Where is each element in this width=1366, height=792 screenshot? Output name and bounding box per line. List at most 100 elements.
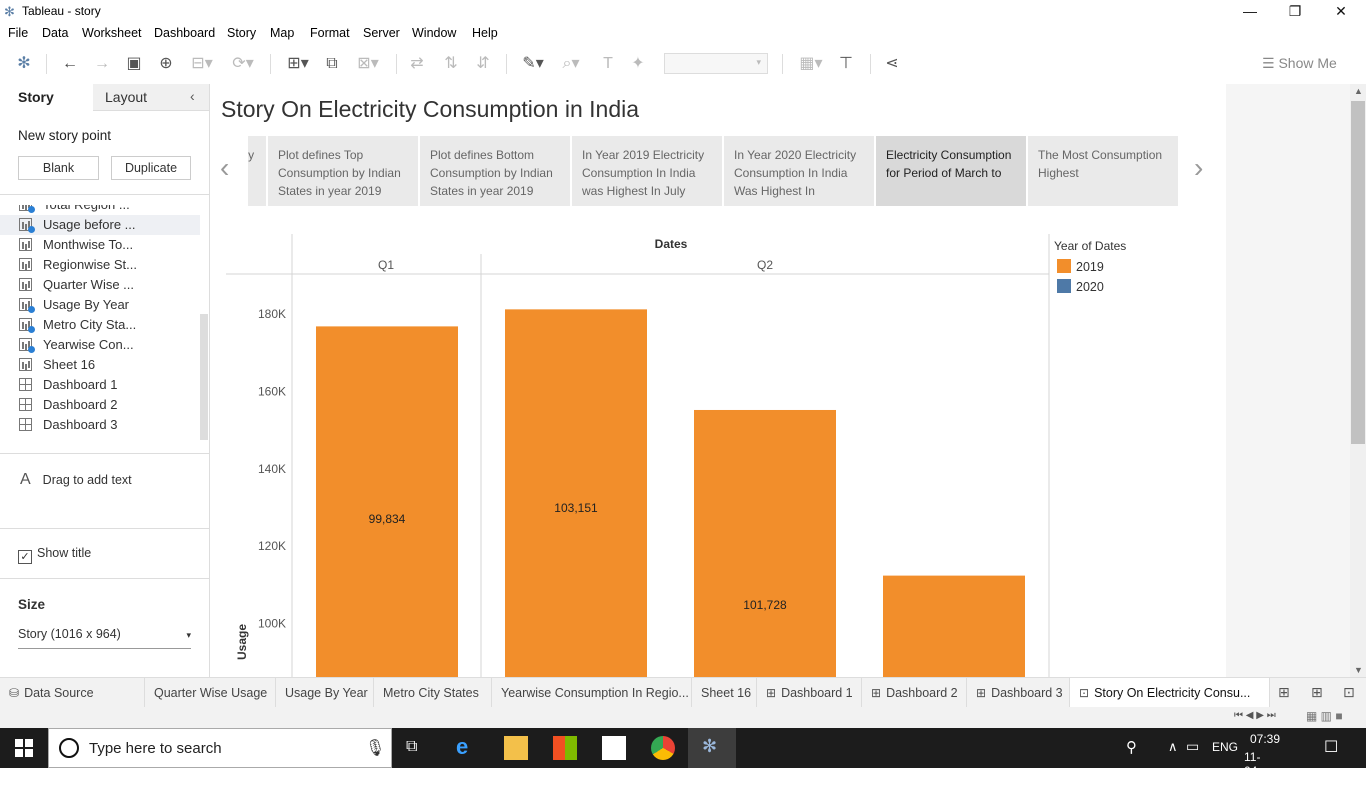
scroll-down-icon[interactable]: ▼ — [1354, 665, 1363, 675]
sort-desc-icon[interactable]: ⇵ — [472, 54, 494, 74]
scroll-thumb[interactable] — [1351, 101, 1365, 444]
minimize-button[interactable]: — — [1227, 0, 1273, 22]
menu-file[interactable]: File — [8, 26, 28, 40]
presentation-icon[interactable]: ⊤ — [836, 54, 856, 74]
sheet-list-item[interactable]: Monthwise To... — [0, 235, 200, 255]
view-mode-icons[interactable]: ▦ ▥ ■ — [1306, 709, 1343, 723]
file-explorer-icon[interactable] — [504, 736, 528, 760]
sheet-list-item[interactable]: Dashboard 1 — [0, 375, 200, 395]
battery-icon[interactable]: ▭ — [1186, 738, 1199, 755]
label-icon[interactable]: T — [598, 54, 618, 74]
scroll-up-icon[interactable]: ▲ — [1354, 86, 1363, 96]
vertical-scrollbar[interactable]: ▲ ▼ — [1350, 84, 1366, 677]
taskbar-search[interactable]: Type here to search 🎙 — [48, 728, 392, 768]
legend-item-2019[interactable]: 2019 — [1057, 259, 1104, 274]
drag-to-add-text[interactable]: A Drag to add text — [20, 471, 132, 489]
store-icon[interactable] — [553, 736, 577, 760]
new-data-source-icon[interactable]: ⊕ — [156, 54, 176, 74]
size-select[interactable]: Story (1016 x 964) ▾ — [18, 627, 191, 649]
sheet-list-item[interactable]: Regionwise St... — [0, 255, 200, 275]
redo-icon[interactable]: → — [92, 54, 112, 74]
sort-asc-icon[interactable]: ⇅ — [440, 54, 462, 74]
menu-window[interactable]: Window — [412, 26, 456, 40]
sheet-list-item[interactable]: Quarter Wise ... — [0, 275, 200, 295]
tableau-taskbar-button[interactable]: ✻ — [688, 728, 736, 768]
story-point[interactable]: Region Wise Plot Yearly States Consumpti… — [248, 136, 266, 206]
next-point-arrow-icon[interactable]: › — [1194, 152, 1203, 184]
story-point[interactable]: The Most Consumption Highest — [1028, 136, 1178, 206]
collapse-panel-icon[interactable]: ‹ — [190, 88, 195, 104]
blank-button[interactable]: Blank — [18, 156, 99, 180]
show-title-checkbox[interactable]: ✓ Show title — [18, 546, 91, 564]
clear-sheet-icon[interactable]: ⊠▾ — [350, 54, 386, 74]
pin-icon[interactable]: ✦ — [628, 54, 648, 74]
close-button[interactable]: ✕ — [1318, 0, 1364, 22]
sheet-tab[interactable]: ⊞ Dashboard 3 — [967, 678, 1070, 708]
sheet-list-item[interactable]: Yearwise Con... — [0, 335, 200, 355]
group-icon[interactable]: ⌕▾ — [556, 54, 586, 74]
chrome-icon[interactable] — [651, 736, 675, 760]
story-point[interactable]: In Year 2020 Electricity Consumption In … — [724, 136, 874, 206]
sheet-list-item[interactable]: Sheet 16 — [0, 355, 200, 375]
story-point[interactable]: Plot defines Top Consumption by Indian S… — [268, 136, 418, 206]
sheet-list-item[interactable]: Dashboard 3 — [0, 415, 200, 435]
new-worksheet-tab-icon[interactable]: ⊞ — [1278, 684, 1290, 701]
notification-icon[interactable]: ☐ — [1324, 737, 1338, 757]
windows-start-icon[interactable] — [15, 739, 33, 757]
sheet-list-item[interactable]: Usage before ... — [0, 215, 200, 235]
sheet-list-item[interactable]: Dashboard 2 — [0, 395, 200, 415]
menu-data[interactable]: Data — [42, 26, 68, 40]
sheet-list-item[interactable]: Total Region ... — [0, 205, 200, 215]
edge-browser-icon[interactable]: e — [456, 734, 468, 760]
clock-time[interactable]: 07:39 — [1250, 732, 1280, 746]
story-point[interactable]: Electricity Consumption for Period of Ma… — [876, 136, 1026, 206]
sheet-tab[interactable]: ⊡ Story On Electricity Consu... — [1070, 678, 1270, 708]
task-view-icon[interactable]: ⧉ — [406, 738, 417, 756]
sheet-nav-icons[interactable]: ⏮ ◀ ▶ ⏭ — [1234, 710, 1276, 721]
show-me-button[interactable]: ☰ Show Me — [1262, 55, 1337, 72]
sheet-list-item[interactable]: Metro City Sta... — [0, 315, 200, 335]
story-point[interactable]: In Year 2019 Electricity Consumption In … — [572, 136, 722, 206]
mail-icon[interactable] — [602, 736, 626, 760]
clock-date[interactable]: 11-04-2023 — [1244, 750, 1271, 792]
new-worksheet-icon[interactable]: ⊞▾ — [280, 54, 316, 74]
fit-icon[interactable]: ▦▾ — [794, 54, 828, 74]
menu-map[interactable]: Map — [270, 26, 294, 40]
sheet-tab[interactable]: Yearwise Consumption In Regio... — [492, 678, 692, 708]
sheet-tab[interactable]: Metro City States — [374, 678, 492, 708]
duplicate-button[interactable]: Duplicate — [111, 156, 191, 180]
menu-worksheet[interactable]: Worksheet — [82, 26, 142, 40]
new-dashboard-tab-icon[interactable]: ⊞ — [1311, 684, 1323, 701]
sheet-tab[interactable]: ⊞ Dashboard 1 — [757, 678, 862, 708]
tab-story[interactable]: Story — [0, 84, 93, 111]
story-point[interactable]: Plot defines Bottom Consumption by India… — [420, 136, 570, 206]
refresh-icon[interactable]: ⟳▾ — [226, 54, 260, 74]
legend-item-2020[interactable]: 2020 — [1057, 279, 1104, 294]
menu-help[interactable]: Help — [472, 26, 498, 40]
people-icon[interactable]: ⚲ — [1126, 738, 1137, 756]
share-icon[interactable]: ⋖ — [882, 54, 902, 74]
sheet-list-scrollbar[interactable] — [200, 314, 208, 440]
previous-point-arrow-icon[interactable]: ‹ — [220, 152, 229, 184]
sheet-tab[interactable]: ⊞ Dashboard 2 — [862, 678, 967, 708]
highlight-icon[interactable]: ✎▾ — [518, 54, 548, 74]
menu-format[interactable]: Format — [310, 26, 350, 40]
fit-dropdown[interactable]: ▾ — [664, 53, 768, 74]
chevron-up-icon[interactable]: ∧ — [1168, 739, 1178, 755]
sheet-tab[interactable]: ⛁ Data Source — [0, 678, 145, 708]
menu-server[interactable]: Server — [363, 26, 400, 40]
sheet-tab[interactable]: Usage By Year — [276, 678, 374, 708]
new-story-tab-icon[interactable]: ⊡ — [1343, 684, 1355, 701]
undo-icon[interactable]: ← — [60, 54, 80, 74]
language-indicator[interactable]: ENG — [1212, 740, 1238, 754]
swap-icon[interactable]: ⇄ — [406, 54, 428, 74]
microphone-icon[interactable]: 🎙 — [365, 738, 385, 758]
maximize-button[interactable]: ❐ — [1272, 0, 1318, 22]
sheet-list-item[interactable]: Usage By Year — [0, 295, 200, 315]
pause-update-icon[interactable]: ⊟▾ — [188, 54, 216, 74]
menu-dashboard[interactable]: Dashboard — [154, 26, 215, 40]
save-icon[interactable]: ▣ — [124, 54, 144, 74]
tableau-home-icon[interactable]: ✻ — [14, 54, 34, 74]
sheet-tab[interactable]: Sheet 16 — [692, 678, 757, 708]
duplicate-sheet-icon[interactable]: ⧉ — [322, 54, 342, 74]
